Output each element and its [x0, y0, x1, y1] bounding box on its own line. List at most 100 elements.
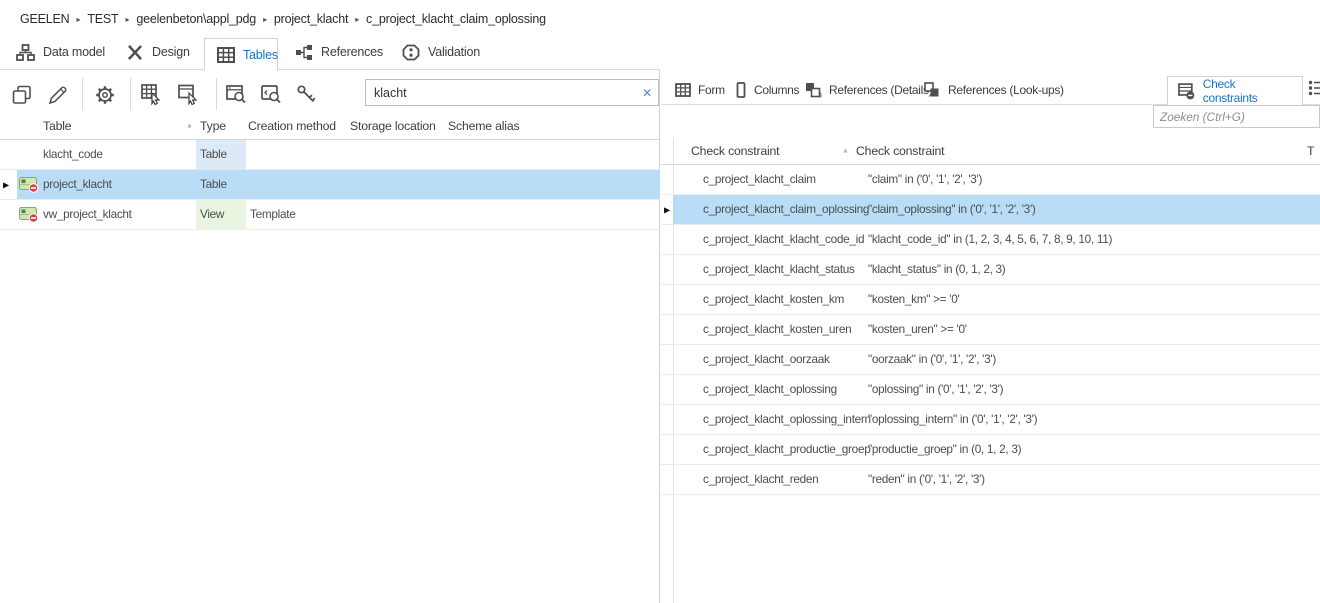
column-header-creation-method[interactable]: Creation method	[248, 119, 336, 133]
window-code-search-icon	[261, 85, 281, 104]
table-row[interactable]: klacht_code Table	[0, 140, 660, 170]
breadcrumb-label[interactable]: project_klacht	[274, 12, 349, 26]
breadcrumb-label[interactable]: GEELEN	[20, 12, 70, 26]
check-constraint-row[interactable]: c_project_klacht_oplossing "oplossing" i…	[661, 375, 1320, 405]
tab-design[interactable]: Design	[120, 34, 196, 70]
column-header-table[interactable]: Table	[43, 119, 72, 133]
toolbar-separator	[130, 78, 131, 110]
window-select-button[interactable]	[176, 82, 202, 108]
references-details-icon: 3	[806, 83, 822, 99]
validation-icon	[402, 44, 420, 60]
tab-data-model[interactable]: Data model	[10, 34, 111, 70]
tab-overflow[interactable]	[1308, 80, 1320, 102]
list-icon	[1308, 80, 1320, 96]
check-constraints-icon	[1178, 82, 1195, 99]
row-indicator-gutter	[661, 255, 673, 284]
settings-button[interactable]	[92, 82, 118, 108]
detail-panel: Form Columns 3 References (Details) Refe…	[661, 70, 1320, 603]
check-constraint-name: c_project_klacht_reden	[703, 472, 819, 486]
edit-button[interactable]	[45, 82, 71, 108]
check-constraint-row[interactable]: c_project_klacht_kosten_uren "kosten_ure…	[661, 315, 1320, 345]
breadcrumb-label[interactable]: TEST	[87, 12, 118, 26]
table-name: project_klacht	[43, 177, 112, 191]
table-row[interactable]: ▶ project_klacht Table	[0, 170, 660, 200]
key-button[interactable]	[294, 82, 320, 108]
breadcrumb-segment[interactable]: project_klacht ▸	[274, 12, 366, 26]
copy-button[interactable]	[9, 82, 35, 108]
check-constraint-name: c_project_klacht_klacht_code_id	[703, 232, 865, 246]
check-constraint-definition: "oplossing_intern" in ('0', '1', '2', '3…	[868, 412, 1038, 426]
table-filter-input[interactable]	[366, 85, 636, 100]
search-rows-button[interactable]	[224, 82, 250, 108]
edit-pencil-icon	[48, 86, 67, 105]
tab-columns[interactable]: Columns	[735, 76, 800, 104]
check-constraint-row[interactable]: c_project_klacht_oorzaak "oorzaak" in ('…	[661, 345, 1320, 375]
tab-label: Form	[698, 83, 725, 97]
check-constraint-row[interactable]: c_project_klacht_productie_groep "produc…	[661, 435, 1320, 465]
check-constraint-row[interactable]: ▶ c_project_klacht_claim_oplossing "clai…	[661, 195, 1320, 225]
tab-form[interactable]: Form	[675, 76, 725, 104]
row-indicator-gutter: ▶	[0, 170, 17, 199]
check-constraint-row[interactable]: c_project_klacht_klacht_code_id "klacht_…	[661, 225, 1320, 255]
table-name: vw_project_klacht	[43, 207, 132, 221]
check-constraint-row[interactable]: c_project_klacht_oplossing_intern "oplos…	[661, 405, 1320, 435]
check-constraint-row[interactable]: c_project_klacht_kosten_km "kosten_km" >…	[661, 285, 1320, 315]
tab-tables[interactable]: Tables	[204, 38, 278, 71]
clear-filter-icon[interactable]: ✕	[636, 86, 658, 100]
row-indicator-gutter: ▶	[661, 195, 673, 224]
row-indicator-gutter	[661, 345, 673, 374]
breadcrumb-label[interactable]: c_project_klacht_claim_oplossing	[366, 12, 546, 26]
application-window: GEELEN ▸ TEST ▸ geelenbeton\appl_pdg ▸ p…	[0, 0, 1320, 603]
column-header-check-constraint-name[interactable]: Check constraint	[691, 144, 780, 158]
tab-label: Columns	[754, 83, 800, 97]
row-indicator-gutter	[0, 140, 17, 169]
check-constraint-row[interactable]: c_project_klacht_reden "reden" in ('0', …	[661, 465, 1320, 495]
tab-check-constraints[interactable]: Check constraints	[1167, 76, 1303, 105]
row-indicator-gutter	[0, 200, 17, 229]
window-cursor-icon	[178, 84, 198, 106]
tab-references[interactable]: References	[289, 34, 389, 70]
tab-label: References	[321, 45, 383, 59]
selected-row-indicator-icon: ▶	[3, 180, 9, 189]
check-constraint-definition: "kosten_km" >= '0'	[868, 292, 960, 306]
tab-references-lookups[interactable]: References (Look-ups)	[924, 76, 1064, 104]
sort-ascending-icon: ▲	[186, 122, 193, 129]
row-indicator-gutter	[661, 405, 673, 434]
breadcrumb-segment[interactable]: GEELEN ▸	[20, 12, 87, 26]
check-constraint-definition: "kosten_uren" >= '0'	[868, 322, 967, 336]
design-icon	[128, 44, 142, 60]
toolbar-separator	[216, 78, 217, 110]
table-select-button[interactable]	[139, 82, 165, 108]
check-constraint-name: c_project_klacht_productie_groep	[703, 442, 871, 456]
tab-validation[interactable]: Validation	[396, 34, 486, 70]
key-icon	[297, 85, 316, 103]
main-tab-bar: Data model Design Tables References Vali…	[0, 34, 1320, 71]
table-row[interactable]: vw_project_klacht View Template	[0, 200, 660, 230]
check-constraint-name: c_project_klacht_klacht_status	[703, 262, 855, 276]
data-model-icon	[16, 43, 35, 61]
svg-text:3: 3	[818, 93, 822, 99]
check-constraint-row[interactable]: c_project_klacht_klacht_status "klacht_s…	[661, 255, 1320, 285]
column-header-type[interactable]: Type	[200, 119, 226, 133]
search-definition-button[interactable]	[259, 82, 285, 108]
column-header-truncated[interactable]: T	[1307, 144, 1315, 158]
check-constraint-name: c_project_klacht_oplossing	[703, 382, 837, 396]
check-constraint-definition: "klacht_status" in (0, 1, 2, 3)	[868, 262, 1006, 276]
table-name: klacht_code	[43, 147, 103, 161]
references-lookups-icon	[924, 82, 939, 97]
check-constraint-row[interactable]: c_project_klacht_claim "claim" in ('0', …	[661, 165, 1320, 195]
tables-grid-header: Table ▲ Type Creation method Storage loc…	[0, 112, 659, 140]
breadcrumb-segment[interactable]: geelenbeton\appl_pdg ▸	[136, 12, 274, 26]
column-header-storage-location[interactable]: Storage location	[350, 119, 436, 133]
tab-label: Validation	[428, 45, 480, 59]
constraint-search-input[interactable]	[1154, 109, 1319, 124]
breadcrumb-segment[interactable]: TEST ▸	[87, 12, 136, 26]
tab-label: Design	[152, 45, 190, 59]
table-type-badge: View	[196, 200, 246, 230]
column-header-scheme-alias[interactable]: Scheme alias	[448, 119, 520, 133]
breadcrumb-label[interactable]: geelenbeton\appl_pdg	[136, 12, 256, 26]
breadcrumb-segment[interactable]: c_project_klacht_claim_oplossing ▸	[366, 12, 546, 26]
column-header-check-constraint-definition[interactable]: Check constraint	[856, 144, 945, 158]
check-constraint-definition: "reden" in ('0', '1', '2', '3')	[868, 472, 985, 486]
tab-references-details[interactable]: 3 References (Details)	[805, 76, 933, 104]
